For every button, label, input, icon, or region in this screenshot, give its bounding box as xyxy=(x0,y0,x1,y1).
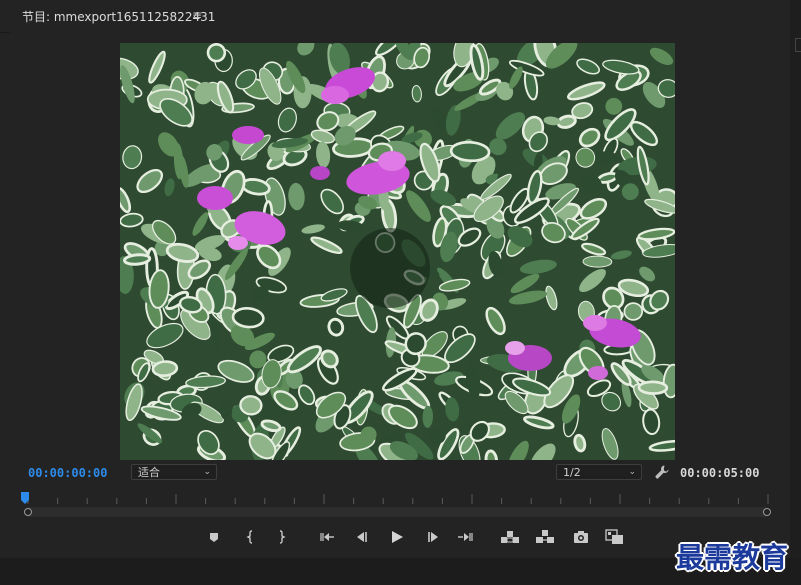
panel-header: 节目: mmexport1651125822431 ≡ xyxy=(0,0,790,33)
scrollbar-start-handle[interactable] xyxy=(24,508,32,516)
transport-controls xyxy=(0,524,790,550)
go-to-in-button[interactable] xyxy=(318,528,336,546)
camera-icon xyxy=(574,531,588,543)
go-to-out-button[interactable] xyxy=(457,528,475,546)
extract-button[interactable] xyxy=(535,528,554,546)
leaf-shape xyxy=(637,380,669,395)
leaf-shape xyxy=(623,302,644,321)
go-to-in-icon xyxy=(320,533,334,541)
program-monitor-panel: 节目: mmexport1651125822431 ≡ 00:00:00:00 … xyxy=(0,0,790,558)
mark-out-button[interactable] xyxy=(273,528,291,546)
zoom-level-dropdown[interactable]: 适合 ⌄ xyxy=(131,464,217,480)
leaf-shape xyxy=(123,253,152,266)
add-marker-button[interactable] xyxy=(205,528,223,546)
leaf-shape xyxy=(151,360,179,377)
video-frame[interactable] xyxy=(120,43,675,460)
chevron-down-icon: ⌄ xyxy=(628,467,636,477)
marker-icon xyxy=(210,533,218,542)
mark-in-button[interactable] xyxy=(241,528,259,546)
adjacent-panel-tab[interactable] xyxy=(795,38,801,52)
time-ruler[interactable] xyxy=(27,492,769,506)
playback-resolution-value: 1/2 xyxy=(563,466,581,479)
extract-icon xyxy=(536,530,554,543)
flower-image xyxy=(120,43,675,460)
comparison-icon xyxy=(605,529,623,544)
adjacent-panel-edge xyxy=(790,0,801,585)
step-forward-icon xyxy=(428,532,438,542)
lift-button[interactable] xyxy=(500,528,519,546)
zoom-scrollbar[interactable] xyxy=(27,507,767,517)
step-forward-button[interactable] xyxy=(424,528,442,546)
leaf-shape xyxy=(239,395,263,416)
step-back-button[interactable] xyxy=(353,528,371,546)
playback-resolution-dropdown[interactable]: 1/2 ⌄ xyxy=(556,464,642,480)
leaf-shape xyxy=(449,140,491,163)
comparison-view-button[interactable] xyxy=(605,528,623,546)
export-frame-button[interactable] xyxy=(572,528,590,546)
panel-title[interactable]: 节目: mmexport1651125822431 xyxy=(22,8,215,25)
lift-icon xyxy=(501,531,519,543)
play-button[interactable] xyxy=(388,528,406,546)
scrollbar-end-handle[interactable] xyxy=(763,508,771,516)
watermark-logo: 最需教育 xyxy=(676,541,789,574)
mark-out-icon xyxy=(279,530,286,544)
chevron-down-icon: ⌄ xyxy=(203,467,211,477)
panel-menu-icon[interactable]: ≡ xyxy=(192,8,202,22)
step-back-icon xyxy=(357,532,367,542)
duration-timecode: 00:00:05:00 xyxy=(680,466,760,480)
leaf-shape xyxy=(582,255,613,268)
play-icon xyxy=(392,531,403,543)
zoom-level-value: 适合 xyxy=(138,466,160,479)
current-timecode[interactable]: 00:00:00:00 xyxy=(28,466,107,480)
playhead[interactable] xyxy=(21,492,29,504)
wrench-icon[interactable] xyxy=(654,464,670,480)
go-to-out-icon xyxy=(458,533,473,541)
mark-in-icon xyxy=(246,530,253,544)
